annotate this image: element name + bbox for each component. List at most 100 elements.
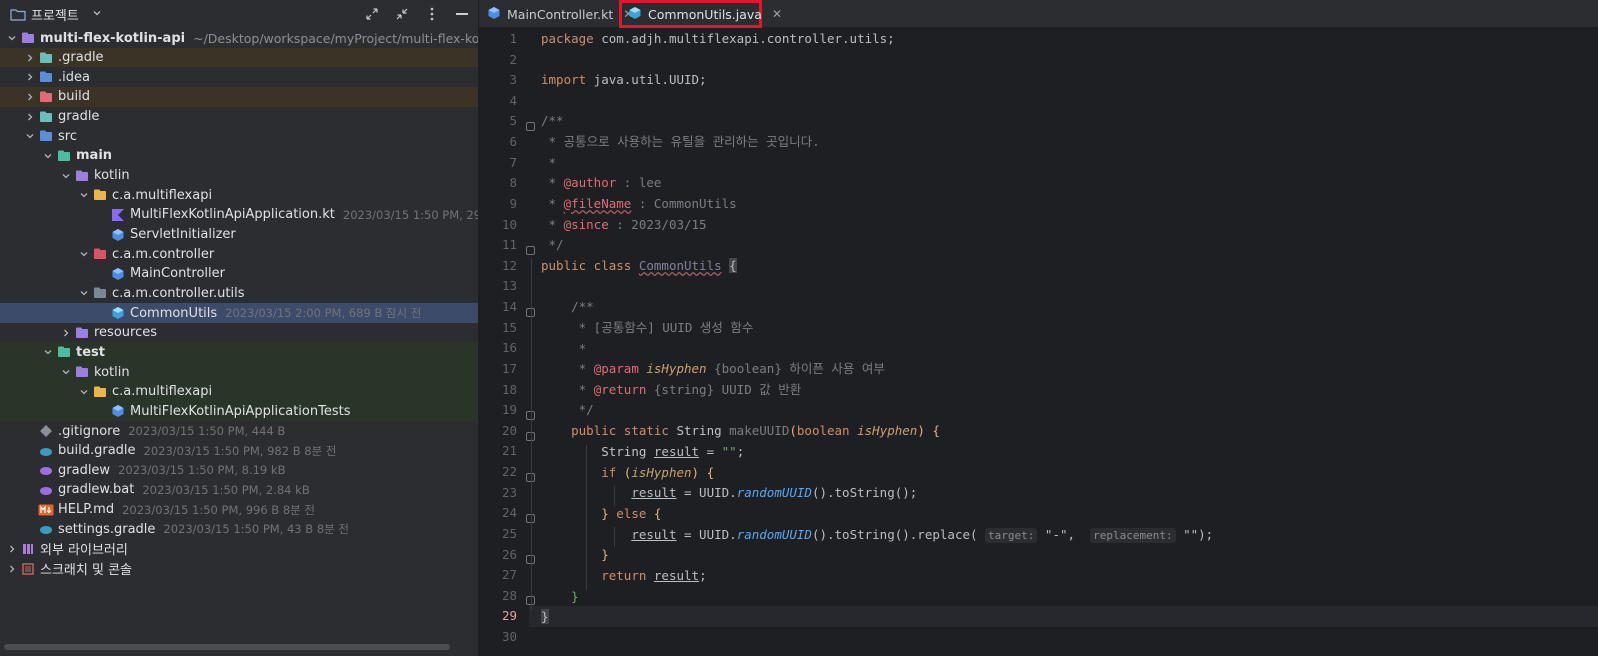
tree-item[interactable]: HELP.md 2023/03/15 1:50 PM, 996 B 8분 전 [0, 499, 478, 520]
folder-icon [10, 8, 26, 21]
line-number: 30 [501, 628, 517, 644]
tree-item-meta: ~/Desktop/workspace/myProject/multi-flex… [193, 30, 478, 46]
tree-item[interactable]: kotlin [0, 362, 478, 383]
code-editor[interactable]: 1 2 3 4 5 6 7 8 9 10 11 12 13 14 15 16 17 18 19 20 21 22 23 24 2… [479, 28, 1598, 656]
line-number: 1 [509, 31, 517, 46]
line-number: 22 [501, 464, 517, 480]
line-number: 12 [501, 257, 517, 273]
tree-item[interactable]: build.gradle 2023/03/15 1:50 PM, 982 B 8분… [0, 440, 478, 461]
package-icon [92, 187, 108, 203]
tree-item-label: .gradle [58, 50, 104, 66]
tab-common-utils[interactable]: CommonUtils.java ✕ [619, 0, 782, 28]
tree-item-label: c.a.multiflexapi [112, 384, 213, 400]
tree-item[interactable]: .gradle [0, 47, 478, 68]
tree-item[interactable]: build [0, 86, 478, 107]
chevron-down-icon[interactable] [40, 146, 56, 166]
tree-item[interactable]: gradlew.bat 2023/03/15 1:50 PM, 2.84 kB [0, 479, 478, 500]
kotlin-class-icon [487, 6, 501, 23]
tree-item-label: 외부 라이브러리 [40, 543, 128, 559]
chevron-down-icon[interactable] [40, 342, 56, 362]
idea-folder-icon [38, 69, 54, 85]
tree-item-label: gradlew [58, 462, 111, 478]
tree-item[interactable]: MainController [0, 263, 478, 284]
tree-item-label: test [76, 344, 105, 360]
tree-item[interactable]: resources [0, 322, 478, 343]
tree-item[interactable]: 스크래치 및 콘솔 [0, 558, 478, 579]
close-icon[interactable]: ✕ [772, 7, 782, 21]
chevron-down-icon[interactable] [92, 7, 102, 22]
code-line-20: public static String makeUUID(boolean is… [571, 423, 940, 438]
chevron-down-icon[interactable] [76, 283, 92, 303]
fold-marker[interactable] [526, 246, 535, 255]
line-number: 5 [509, 113, 517, 129]
chevron-down-icon[interactable] [76, 185, 92, 205]
tree-item[interactable]: 외부 라이브러리 [0, 538, 478, 559]
chevron-right-icon[interactable] [22, 67, 38, 87]
tree-item[interactable]: c.a.multiflexapi [0, 185, 478, 206]
chevron-down-icon[interactable] [76, 382, 92, 402]
horizontal-scrollbar[interactable] [4, 644, 450, 650]
chevron-right-icon[interactable] [4, 559, 20, 579]
code-line-14: /** [541, 299, 594, 314]
chevron-right-icon[interactable] [22, 107, 38, 127]
tree-item[interactable]: .gitignore 2023/03/15 1:50 PM, 444 B [0, 421, 478, 441]
more-options-icon[interactable] [424, 6, 440, 22]
resources-folder-icon [74, 325, 90, 341]
tree-item[interactable]: .idea [0, 67, 478, 88]
project-panel-header: 프로젝트 [0, 0, 478, 28]
code-line-16: * [541, 341, 587, 356]
line-number: 17 [501, 360, 517, 376]
tree-item[interactable]: ServletInitializer [0, 224, 478, 245]
tree-item[interactable]: src [0, 126, 478, 147]
tree-item[interactable]: c.a.m.controller.utils [0, 283, 478, 304]
line-number: 13 [501, 278, 517, 294]
tree-item[interactable]: c.a.m.controller [0, 244, 478, 265]
tree-item-label: ServletInitializer [130, 227, 236, 242]
tree-item[interactable]: main [0, 145, 478, 166]
fold-marker[interactable] [526, 122, 535, 131]
main-folder-icon [56, 148, 72, 164]
tab-main-controller[interactable]: MainController.kt ✕ [479, 0, 641, 28]
tree-item-selected[interactable]: CommonUtils 2023/03/15 2:00 PM, 689 B 잠시 … [0, 303, 478, 324]
code-line-22: if (isHyphen) { [601, 465, 715, 480]
collapse-all-icon[interactable] [394, 6, 410, 22]
tree-item-meta: 2023/03/15 1:50 PM, 996 B 8분 전 [122, 502, 315, 517]
src-folder-icon [38, 128, 54, 144]
line-number: 27 [501, 567, 517, 583]
chevron-down-icon[interactable] [4, 28, 20, 48]
code-line-7: * [541, 155, 557, 170]
tree-item-label: .idea [58, 69, 90, 85]
tree-item-label: MainController [130, 266, 225, 282]
chevron-right-icon[interactable] [4, 539, 20, 559]
kotlin-class-icon [110, 403, 126, 419]
expand-all-icon[interactable] [364, 6, 380, 22]
chevron-right-icon[interactable] [22, 48, 38, 68]
chevron-down-icon[interactable] [58, 362, 74, 382]
tree-item[interactable]: kotlin [0, 165, 478, 186]
package-icon [92, 384, 108, 400]
tree-item[interactable]: settings.gradle 2023/03/15 1:50 PM, 43 B … [0, 519, 478, 540]
minimize-icon[interactable] [454, 6, 470, 22]
chevron-down-icon[interactable] [76, 244, 92, 264]
tree-item[interactable]: multi-flex-kotlin-api ~/Desktop/workspace… [0, 28, 478, 48]
chevron-down-icon[interactable] [22, 126, 38, 146]
kotlin-class-icon [110, 266, 126, 282]
tree-item[interactable]: gradlew 2023/03/15 1:50 PM, 8.19 kB [0, 460, 478, 481]
tree-item[interactable]: gradle [0, 106, 478, 127]
chevron-down-icon[interactable] [58, 166, 74, 186]
tree-item[interactable]: test [0, 342, 478, 363]
tree-item[interactable]: MultiFlexKotlinApiApplicationTests [0, 401, 478, 422]
line-number: 4 [509, 92, 517, 108]
tree-item-label: kotlin [94, 168, 130, 184]
chevron-right-icon[interactable] [58, 323, 74, 343]
chevron-right-icon[interactable] [22, 87, 38, 107]
code-line-28: } [541, 589, 579, 604]
project-view-selector[interactable]: 프로젝트 [10, 5, 102, 24]
tree-item-label: c.a.m.controller.utils [112, 285, 245, 301]
tree-item[interactable]: MultiFlexKotlinApiApplication.kt 2023/03/… [0, 204, 478, 225]
line-number: 10 [501, 216, 517, 232]
tree-item[interactable]: c.a.multiflexapi [0, 381, 478, 402]
